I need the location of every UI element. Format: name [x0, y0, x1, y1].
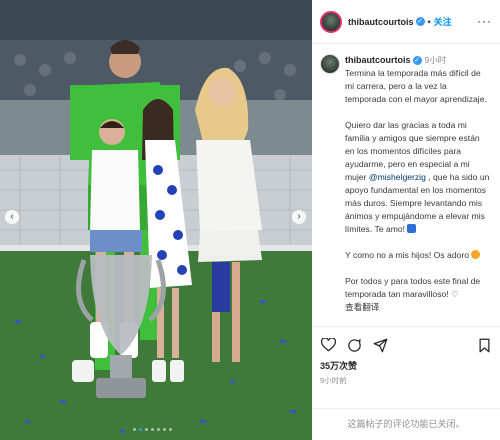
- verified-badge-icon: ✓: [412, 55, 422, 65]
- verified-badge-icon: ✓: [415, 17, 425, 26]
- header-username[interactable]: thibautcourtois: [348, 17, 414, 27]
- bookmark-icon[interactable]: [476, 337, 492, 353]
- follow-button[interactable]: 关注: [434, 15, 452, 28]
- carousel-dot: [133, 428, 136, 431]
- caption-paragraph-4: Por todos y para todos este final de tem…: [345, 276, 481, 299]
- family-trophy-photo: [0, 0, 312, 440]
- likes-count[interactable]: 35万次赞: [320, 359, 492, 372]
- separator-dot: •: [427, 16, 431, 27]
- caption-username[interactable]: thibautcourtois: [345, 55, 411, 65]
- chevron-right-icon: ›: [297, 211, 301, 222]
- caption-text: Termina la temporada más difícil de mi c…: [345, 67, 490, 314]
- share-icon[interactable]: [372, 337, 388, 353]
- heart-icon[interactable]: [320, 337, 336, 353]
- caption-section: thibautcourtois ✓ 9小时 Termina la tempora…: [312, 44, 500, 326]
- carousel-prev-button[interactable]: ‹: [5, 210, 19, 224]
- carousel-dot: [163, 428, 166, 431]
- carousel-dot: [145, 428, 148, 431]
- post-timestamp: 9小时前: [320, 376, 347, 385]
- carousel-dot: [151, 428, 154, 431]
- carousel-indicator: [133, 428, 172, 431]
- caption-paragraph-3: Y como no a mis hijos! Os adoro: [345, 250, 472, 260]
- carousel-next-button[interactable]: ›: [292, 210, 306, 224]
- caption-time: 9小时: [424, 55, 447, 65]
- carousel-dot-active: [139, 428, 142, 431]
- face-emoji-icon: [471, 250, 481, 259]
- caption-avatar[interactable]: [320, 54, 340, 74]
- carousel-dot: [169, 428, 172, 431]
- mention-link[interactable]: @mishelgerzig: [369, 172, 426, 182]
- action-row: [320, 335, 492, 355]
- more-horizontal-icon[interactable]: ···: [477, 15, 492, 27]
- post-actions: 35万次赞 9小时前: [312, 326, 500, 416]
- caption-body: thibautcourtois ✓ 9小时 Termina la tempora…: [345, 54, 490, 326]
- post-header: thibautcourtois ✓ • 关注 ···: [312, 0, 500, 44]
- post-photo: ‹ ›: [0, 0, 312, 440]
- comments-disabled-notice: 这篇帖子的评论功能已关闭。: [312, 408, 500, 440]
- post-sidebar: thibautcourtois ✓ • 关注 ··· thibautcourto…: [312, 0, 500, 440]
- chevron-left-icon: ‹: [10, 211, 14, 222]
- avatar[interactable]: [320, 10, 342, 33]
- carousel-dot: [157, 428, 160, 431]
- comment-icon[interactable]: [346, 337, 362, 353]
- blue-heart-icon: [407, 224, 417, 233]
- caption-paragraph-1: Termina la temporada más difícil de mi c…: [345, 68, 487, 104]
- see-translation-link[interactable]: 查看翻译: [345, 302, 379, 312]
- caption-header: thibautcourtois ✓ 9小时: [345, 54, 490, 66]
